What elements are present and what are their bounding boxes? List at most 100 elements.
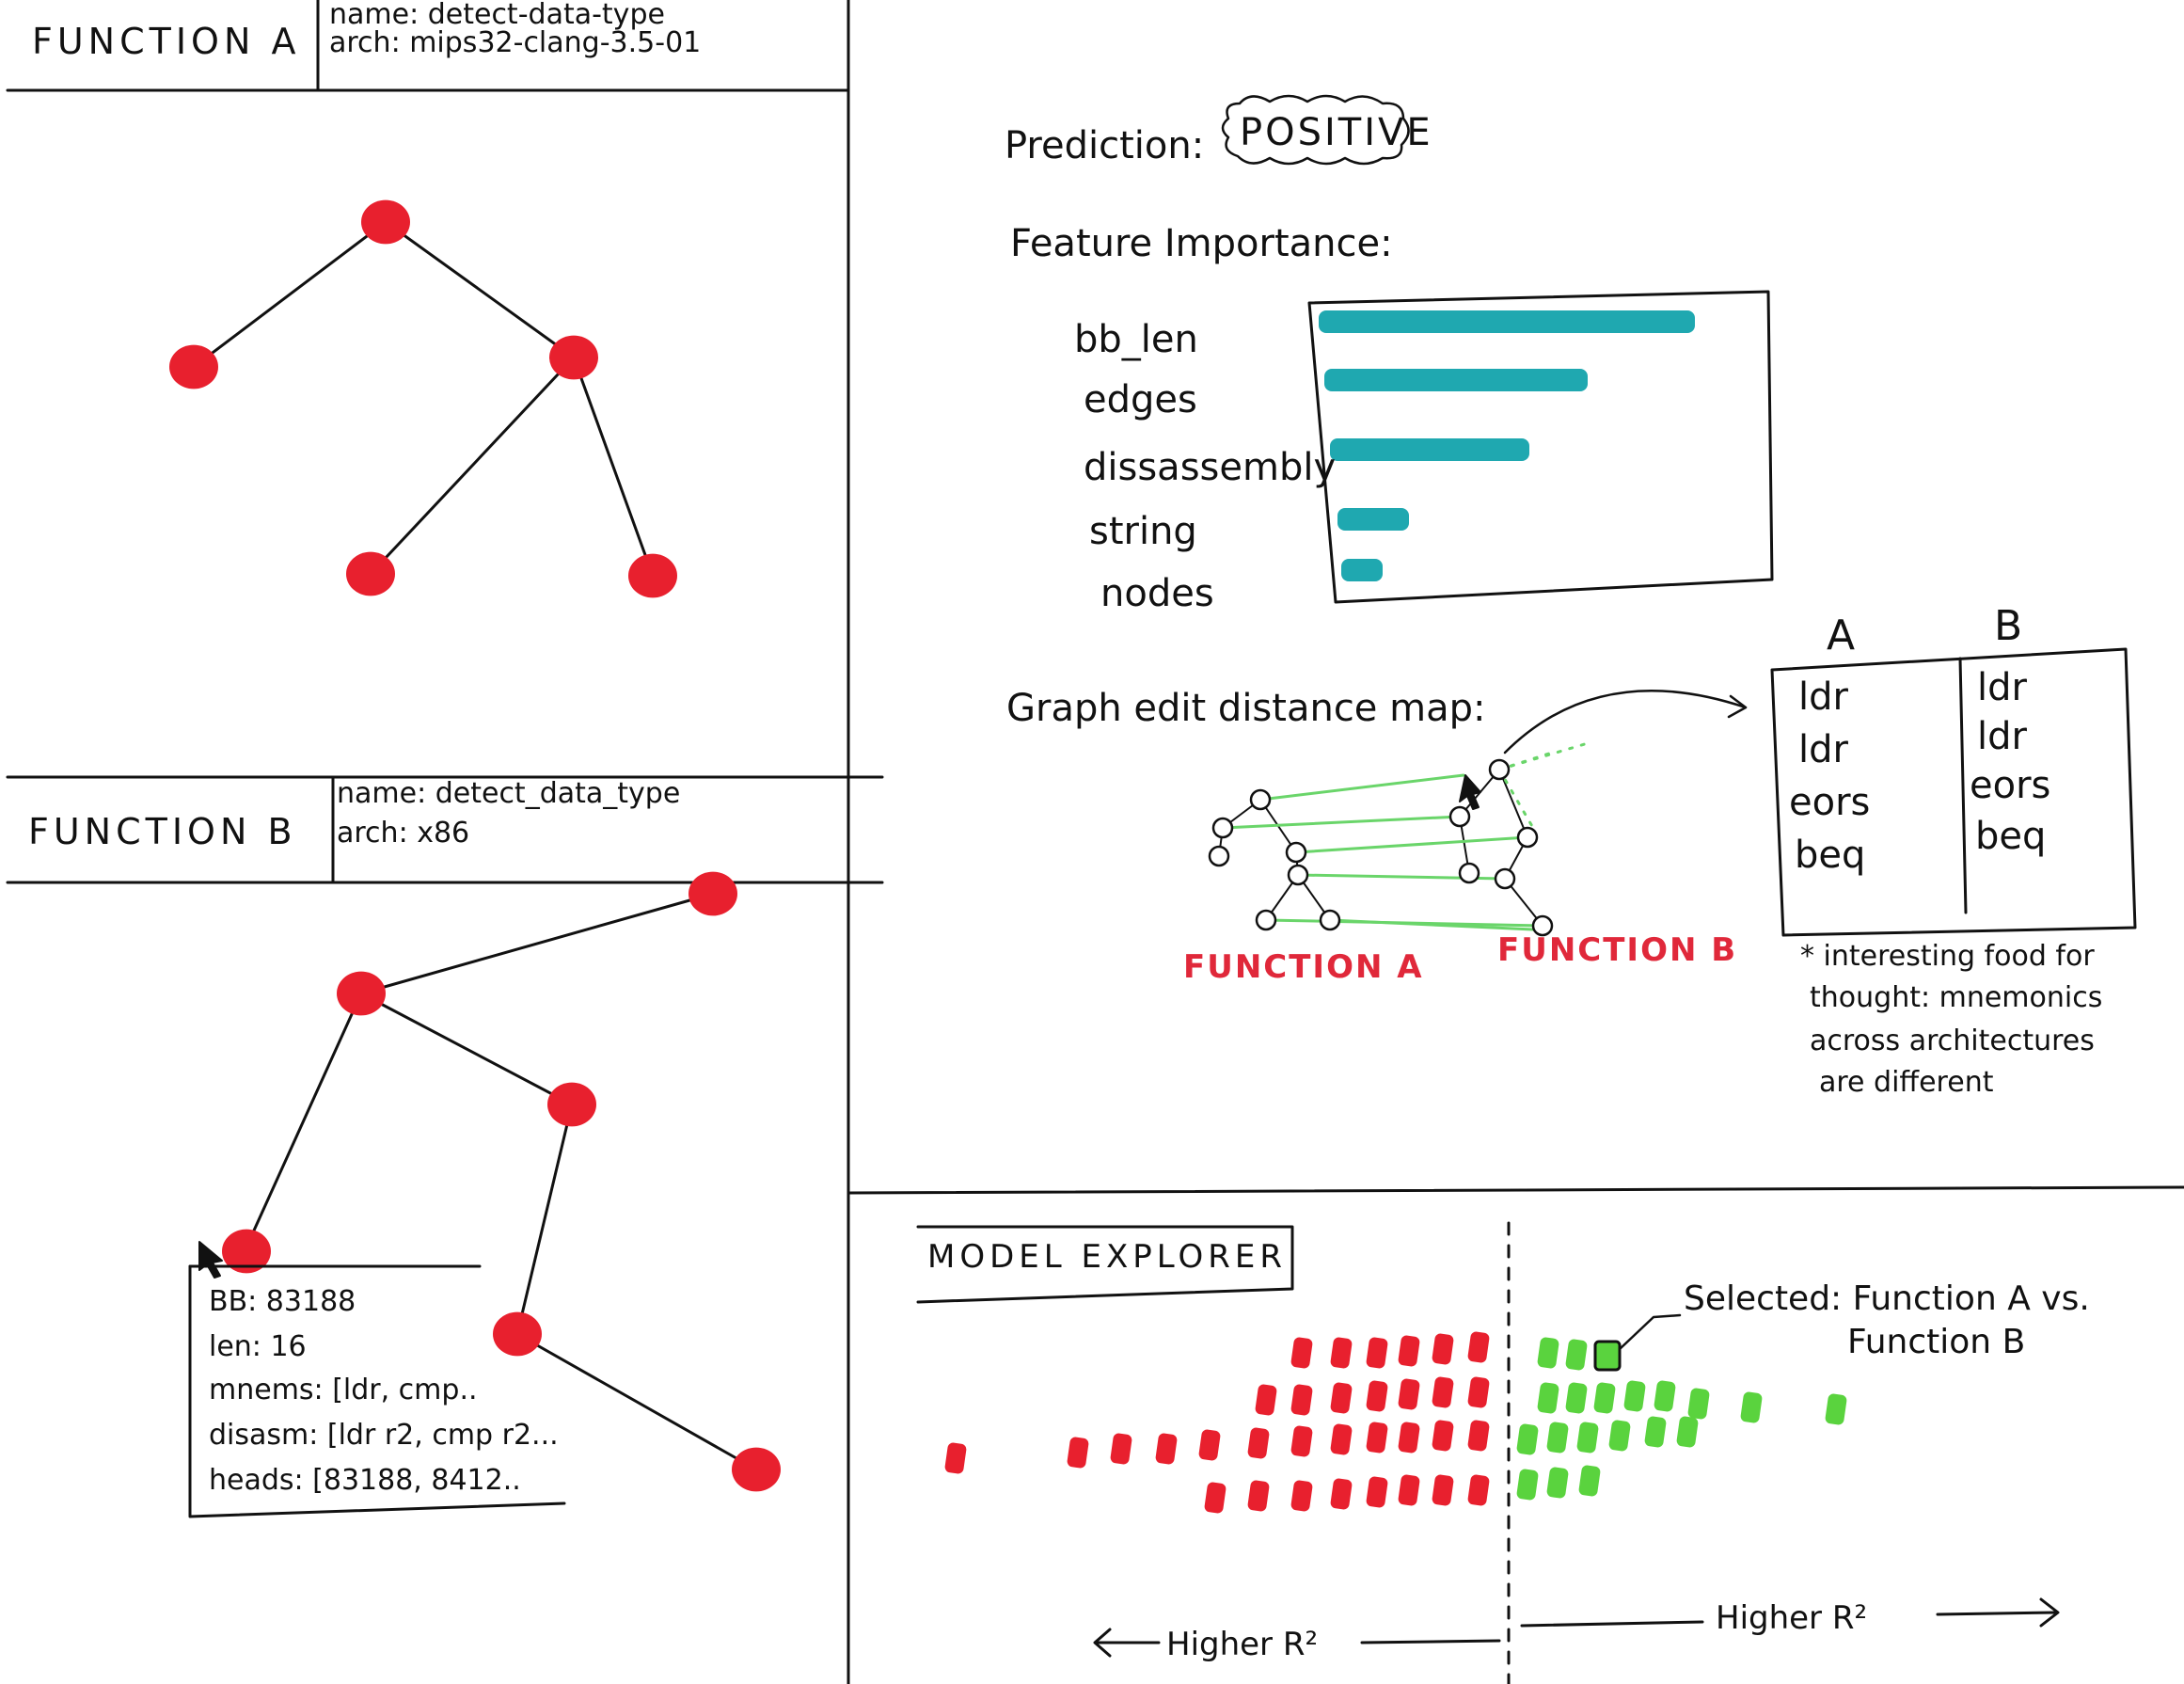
func-b-node <box>547 1082 596 1127</box>
negative-pair-glyph <box>1198 1429 1221 1461</box>
negative-pair-glyph <box>1432 1376 1454 1408</box>
ged-a-node <box>1249 788 1272 811</box>
negative-pair-glyph <box>1330 1423 1353 1455</box>
func-b-node <box>337 971 386 1016</box>
positive-pair-glyph <box>1825 1393 1847 1425</box>
mnemonic-a-0: ldr <box>1798 675 1848 719</box>
ged-b-edge <box>1498 769 1528 838</box>
func-b-node <box>688 871 737 916</box>
positive-pair-glyph <box>1537 1337 1559 1369</box>
func-a-node <box>628 553 677 598</box>
func-a-edge <box>384 220 576 359</box>
negative-pair-glyph <box>1366 1476 1388 1508</box>
negative-pair-glyph <box>1155 1433 1178 1465</box>
positive-pair-glyph <box>1516 1423 1539 1455</box>
func-a-edge <box>369 356 576 576</box>
feature-label-nodes: nodes <box>1100 572 1214 615</box>
negative-pair-glyph <box>1467 1376 1490 1408</box>
mnemonic-note-line-3: across architectures <box>1810 1025 2095 1057</box>
right-axis-label: Higher R² <box>1716 1599 1868 1637</box>
selected-pair-line-2: Function B <box>1847 1323 2026 1361</box>
mnemonic-b-3: beq <box>1975 815 2047 858</box>
feature-label-dissassembly: dissassembly <box>1084 446 1337 489</box>
ged-a-node <box>1211 817 1234 839</box>
feature-label-edges: edges <box>1084 378 1197 421</box>
ged-function-a-label: FUNCTION A <box>1183 948 1424 986</box>
feature-importance-label: Feature Importance: <box>1010 222 1393 265</box>
function-a-title: FUNCTION A <box>32 21 301 62</box>
negative-pair-glyph <box>1467 1331 1490 1363</box>
func-b-edge <box>359 892 715 995</box>
negative-pair-glyph <box>1330 1382 1353 1414</box>
ged-link <box>1258 773 1465 802</box>
feature-bar-dissassembly <box>1330 438 1529 461</box>
negative-pair-glyph <box>1467 1420 1490 1452</box>
selected-pair-callout <box>1618 1313 1682 1351</box>
ged-cursor-icon <box>1459 774 1481 810</box>
ged-a-node <box>1287 864 1309 886</box>
feature-label-string: string <box>1089 510 1197 553</box>
positive-pair-glyph <box>1537 1382 1559 1414</box>
model-explorer-divider <box>847 1185 2184 1195</box>
func-b-node <box>493 1311 542 1357</box>
function-b-title: FUNCTION B <box>28 811 297 852</box>
negative-pair-glyph <box>1366 1380 1388 1412</box>
positive-pair-glyph <box>1576 1422 1599 1454</box>
function-b-arch: arch: x86 <box>337 817 470 850</box>
negative-pair-glyph <box>1432 1333 1454 1365</box>
right-axis-arrow-line <box>1936 1611 2058 1616</box>
positive-pair-glyph <box>1654 1380 1676 1412</box>
positive-pair-glyph <box>1516 1469 1539 1501</box>
mnemonic-col-a-header: A <box>1827 612 1856 659</box>
negative-pair-glyph <box>1398 1474 1420 1506</box>
positive-pair-glyph <box>1565 1339 1588 1371</box>
ged-link <box>1294 835 1529 854</box>
positive-pair-glyph <box>1578 1465 1601 1497</box>
ged-b-node <box>1516 826 1539 849</box>
func-b-edge <box>243 992 363 1253</box>
ged-b-node <box>1494 867 1516 890</box>
mnemonic-a-3: beq <box>1795 834 1866 877</box>
feature-bar-bb-len <box>1319 310 1695 333</box>
positive-pair-glyph <box>1687 1388 1710 1420</box>
ged-arrow-head <box>1727 694 1748 719</box>
feature-bar-edges <box>1324 369 1588 391</box>
mnemonic-a-2: eors <box>1789 781 1871 824</box>
prediction-badge: POSITIVE <box>1240 111 1433 154</box>
ged-link <box>1221 815 1462 830</box>
negative-pair-glyph <box>1366 1337 1388 1369</box>
function-b-name: name: detect_data_type <box>337 777 681 810</box>
func-a-node <box>169 344 218 389</box>
negative-pair-glyph <box>1290 1480 1313 1512</box>
ged-dotted-edge <box>1497 741 1590 771</box>
negative-pair-glyph <box>1398 1378 1420 1410</box>
left-axis-label: Higher R² <box>1166 1626 1319 1663</box>
ged-function-b-label: FUNCTION B <box>1497 931 1738 969</box>
ged-b-node <box>1448 805 1471 828</box>
selected-pair-glyph <box>1593 1340 1622 1372</box>
negative-pair-glyph <box>1290 1384 1313 1416</box>
func-a-node <box>361 199 410 245</box>
negative-pair-glyph <box>1247 1427 1270 1459</box>
ged-a-node <box>1208 845 1230 867</box>
positive-pair-glyph <box>1644 1416 1667 1448</box>
mnemonic-b-2: eors <box>1970 764 2051 807</box>
left-axis-trailing-line <box>1360 1639 1501 1644</box>
ged-a-node <box>1319 909 1341 931</box>
mnemonic-table-divider <box>1958 657 1968 914</box>
negative-pair-glyph <box>1110 1433 1132 1465</box>
negative-pair-glyph <box>1432 1474 1454 1506</box>
mnemonic-note-line-4: are different <box>1819 1066 1994 1099</box>
feature-bar-string <box>1337 508 1409 531</box>
positive-pair-glyph <box>1565 1382 1588 1414</box>
negative-pair-glyph <box>1290 1425 1313 1457</box>
function-a-arch: arch: mips32-clang-3.5-01 <box>329 26 702 59</box>
right-axis-leading-line <box>1520 1620 1704 1628</box>
model-explorer-title: MODEL EXPLORER <box>927 1238 1288 1276</box>
negative-pair-glyph <box>1467 1474 1490 1506</box>
mnemonic-a-1: ldr <box>1798 728 1848 771</box>
tooltip-bb: BB: 83188 <box>209 1285 356 1318</box>
mnemonic-col-b-header: B <box>1994 602 2023 650</box>
ged-a-node <box>1285 841 1307 864</box>
mnemonic-b-0: ldr <box>1977 666 2027 709</box>
